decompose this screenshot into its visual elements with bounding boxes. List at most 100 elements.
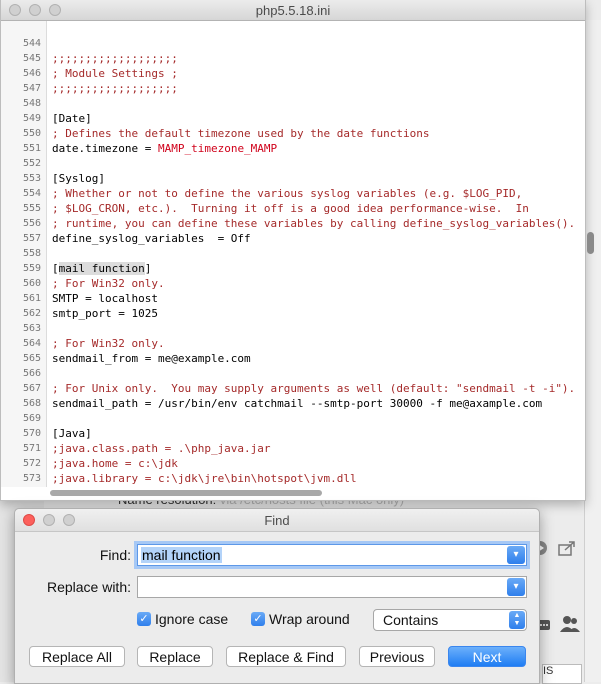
line-number: 561 <box>22 293 41 304</box>
updown-arrows-icon: ▲ ▼ <box>509 611 525 629</box>
ignore-case-checkbox[interactable]: ✓ <box>137 612 151 626</box>
code-line: 565 sendmail_from = me@example.com <box>23 351 575 366</box>
find-label: Find: <box>99 547 131 563</box>
replace-all-button[interactable]: Replace All <box>29 646 125 667</box>
code-line: 568 sendmail_path = /usr/bin/env catchmai… <box>23 396 575 411</box>
line-number: 558 <box>22 248 41 259</box>
code-line: 561 SMTP = localhost <box>23 291 575 306</box>
code-token: ;java.library = c:\jdk\jre\bin\hotspot\j… <box>52 472 357 485</box>
code-line: 569 <box>23 411 575 426</box>
horizontal-scrollbar[interactable] <box>50 490 322 496</box>
line-number: 568 <box>22 398 41 409</box>
line-number: 549 <box>22 113 41 124</box>
line-number: 548 <box>22 98 41 109</box>
code-line: 553 [Syslog] <box>23 171 575 186</box>
line-number: 570 <box>22 428 41 439</box>
line-number: 567 <box>22 383 41 394</box>
code-line: 545;;;;;;;;;;;;;;;;;;; <box>23 51 575 66</box>
code-line: 559 [mail function] <box>23 261 575 276</box>
code-token: ;java.class.path = .\php_java.jar <box>52 442 271 455</box>
previous-button[interactable]: Previous <box>359 646 435 667</box>
find-input[interactable]: mail function ▾ <box>137 544 527 566</box>
line-number: 546 <box>22 68 41 79</box>
code-line: 549 [Date] <box>23 111 575 126</box>
match-mode-popup[interactable]: Contains ▲ ▼ <box>373 609 527 631</box>
code-line: 570 [Java] <box>23 426 575 441</box>
code-line: 552 <box>23 156 575 171</box>
code-line: 571 ;java.class.path = .\php_java.jar <box>23 441 575 456</box>
line-number: 556 <box>22 218 41 229</box>
code-line: 564 ; For Win32 only. <box>23 336 575 351</box>
line-number: 551 <box>22 143 41 154</box>
background-field: IS <box>542 664 582 684</box>
line-number: 559 <box>22 263 41 274</box>
find-titlebar: Find <box>15 509 539 532</box>
find-history-dropdown[interactable]: ▾ <box>507 546 525 564</box>
line-number: 550 <box>22 128 41 139</box>
users-icon <box>560 615 580 638</box>
code-token: sendmail_path = /usr/bin/env catchmail -… <box>52 397 543 410</box>
code-line: 556 ; runtime, you can define these varia… <box>23 216 576 231</box>
code-token: ] <box>144 262 152 275</box>
line-number: 571 <box>22 443 41 454</box>
line-number: 552 <box>22 158 41 169</box>
replace-button[interactable]: Replace <box>137 646 213 667</box>
find-input-value: mail function <box>141 547 222 563</box>
code-line: 563 <box>23 321 575 336</box>
code-token: MAMP_timezone_MAMP <box>157 142 278 155</box>
code-line: 557 define_syslog_variables = Off <box>23 231 575 246</box>
code-editor[interactable]: 544 545;;;;;;;;;;;;;;;;;;; 546 ; Module Set… <box>1 21 585 487</box>
code-line: 555 ; $LOG_CRON, etc.). Turning it off is… <box>23 201 575 216</box>
replace-history-dropdown[interactable]: ▾ <box>507 578 525 596</box>
line-number: 560 <box>22 278 41 289</box>
code-line: 560 ; For Win32 only. <box>23 276 575 291</box>
code-line: 567 ; For Unix only. You may supply argum… <box>23 381 575 396</box>
line-number: 566 <box>22 368 41 379</box>
line-number: 553 <box>22 173 41 184</box>
code-line: 573 ;java.library = c:\jdk\jre\bin\hotspo… <box>23 471 575 486</box>
wrap-around-checkbox[interactable]: ✓ <box>251 612 265 626</box>
code-line: 546 ; Module Settings ; <box>23 66 575 81</box>
code-line: 544 <box>23 36 575 51</box>
code-token: mail function <box>58 262 145 275</box>
wrap-around-label: Wrap around <box>269 611 350 627</box>
code-line: 562 smtp_port = 1025 <box>23 306 575 321</box>
code-token: ; Defines the default timezone used by t… <box>52 127 430 140</box>
code-line: 572 ;java.home = c:\jdk <box>23 456 575 471</box>
code-line: 574;java.library.path = .\ <box>52 486 575 487</box>
code-token: define_syslog_variables = Off <box>52 232 251 245</box>
code-line: 550 ; Defines the default timezone used b… <box>23 126 575 141</box>
code-token: SMTP = localhost <box>52 292 158 305</box>
line-number: 565 <box>22 353 41 364</box>
code-token: sendmail_from = me@example.com <box>52 352 251 365</box>
line-number: 562 <box>22 308 41 319</box>
code-line: 566 <box>23 366 575 381</box>
line-number: 557 <box>22 233 41 244</box>
next-button[interactable]: Next <box>448 646 526 667</box>
line-number: 574 <box>1 486 41 487</box>
code-token: ; runtime, you can define these variable… <box>52 217 576 230</box>
replace-label: Replace with: <box>46 579 131 595</box>
code-token: ; For Win32 only. <box>52 337 165 350</box>
code-token: [ <box>52 262 59 275</box>
line-number: 547 <box>22 83 41 94</box>
window-title: php5.5.18.ini <box>255 3 331 18</box>
background-field-text: IS <box>543 665 554 677</box>
code-token: [Syslog] <box>52 172 105 185</box>
code-token: ; Module Settings ; <box>52 67 178 80</box>
code-token: [Java] <box>52 427 92 440</box>
code-line: 554 ; Whether or not to define the variou… <box>23 186 575 201</box>
code-token: smtp_port = 1025 <box>52 307 158 320</box>
window-titlebar: php5.5.18.ini <box>1 0 585 21</box>
ignore-case-label: Ignore case <box>155 611 229 627</box>
replace-input[interactable]: ▾ <box>137 576 527 598</box>
line-number: 569 <box>22 413 41 424</box>
vertical-scrollbar[interactable] <box>587 232 594 254</box>
code-token: ; Whether or not to define the various s… <box>52 187 523 200</box>
line-number: 544 <box>22 38 41 49</box>
find-title: Find <box>264 513 290 528</box>
code-lines[interactable]: 544 545;;;;;;;;;;;;;;;;;;; 546 ; Module Set… <box>23 36 576 487</box>
code-line: 547;;;;;;;;;;;;;;;;;;; <box>23 81 575 96</box>
find-panel: Find Find: mail function ▾ Replace with:… <box>14 508 540 684</box>
replace-and-find-button[interactable]: Replace & Find <box>226 646 346 667</box>
